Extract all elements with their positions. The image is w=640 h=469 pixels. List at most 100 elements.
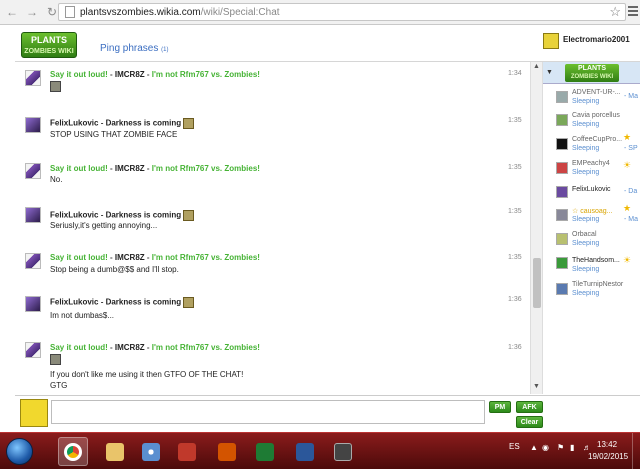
wiki-logo[interactable]: PLANTS ZOMBIES WIKI <box>21 32 77 58</box>
username[interactable]: FelixLukovic <box>50 119 98 128</box>
message-text: STOP USING THAT ZOMBIE FACE <box>50 130 178 139</box>
avatar[interactable] <box>25 342 41 358</box>
scroll-down-arrow-icon[interactable]: ▼ <box>533 383 540 390</box>
scroll-thumb[interactable] <box>533 258 541 308</box>
address-bar[interactable]: plantsvszombies.wikia.com/wiki/Special:C… <box>58 3 626 21</box>
user-list-status: Sleeping <box>572 266 600 273</box>
message-time: 1:34 <box>508 70 522 77</box>
username[interactable]: FelixLukovic <box>50 298 98 307</box>
taskbar: ES ▲ ◉ ⚑ ▮ ♬ 13:42 19/02/2015 <box>0 432 640 469</box>
sun-icon: ☀ <box>623 160 632 170</box>
username[interactable]: FelixLukovic <box>50 211 98 220</box>
ping-phrases-link[interactable]: Ping phrases (1) <box>100 43 169 54</box>
bookmark-star-icon[interactable]: ☆ <box>609 4 621 20</box>
user-list-item[interactable]: Orbacal Sleeping <box>543 230 640 252</box>
browser-toolbar: ← → ↻ plantsvszombies.wikia.com/wiki/Spe… <box>0 0 640 25</box>
message-header: FelixLukovic - Darkness is coming <box>50 210 195 221</box>
username[interactable]: Say it out loud! <box>50 70 108 79</box>
user-list-header[interactable]: ▼ PLANTS ZOMBIES WIKI <box>543 62 640 84</box>
pm-button[interactable]: PM <box>489 401 511 413</box>
rank-badge-icon <box>183 118 195 129</box>
back-arrow-icon[interactable]: ← <box>4 4 20 20</box>
user-title: I'm not Rfm767 vs. Zombies! <box>151 164 260 173</box>
message-scrollbar[interactable]: ▲ ▼ <box>530 62 542 394</box>
user-list-item[interactable]: ADVENT-UR-... Sleeping - Ma <box>543 88 640 110</box>
avatar <box>556 114 568 126</box>
explorer-taskbar-icon[interactable] <box>100 437 130 466</box>
start-button[interactable] <box>6 438 33 465</box>
message-header: Say it out loud! - IMCR8Z - I'm not Rfm7… <box>50 343 260 352</box>
tray-app-icon[interactable]: ◉ <box>542 443 549 452</box>
forward-arrow-icon[interactable]: → <box>24 4 40 20</box>
current-user-name: Electromario2001 <box>563 35 630 44</box>
user-rank: Darkness is coming <box>105 118 182 128</box>
user-list-name: ☆ causoag... <box>572 208 613 215</box>
scroll-up-arrow-icon[interactable]: ▲ <box>533 63 540 70</box>
message-header: FelixLukovic - Darkness is coming <box>50 118 195 129</box>
tray-arrow-icon[interactable]: ▲ <box>530 443 538 452</box>
app-taskbar-icon[interactable] <box>172 437 202 466</box>
username[interactable]: Say it out loud! <box>50 343 108 352</box>
user-list-item[interactable]: FelixLukovic - Da <box>543 183 640 205</box>
avatar[interactable] <box>25 70 41 86</box>
chrome-taskbar-icon[interactable] <box>58 437 88 466</box>
rank-badge-icon <box>183 297 195 308</box>
user-list-extra: - Ma <box>624 216 638 223</box>
user-list-item[interactable]: CoffeeCupPro... Sleeping ★ - SP <box>543 132 640 157</box>
user-list-extra: - Da <box>624 188 638 195</box>
message-time: 1:35 <box>508 208 522 215</box>
user-list-name: ADVENT-UR-... <box>572 89 621 96</box>
show-desktop-button[interactable] <box>632 433 640 469</box>
collapse-arrow-icon[interactable]: ▼ <box>546 69 553 76</box>
avatar <box>556 91 568 103</box>
avatar[interactable] <box>25 253 41 269</box>
excel-icon <box>256 442 274 461</box>
user-list-status: Sleeping <box>572 121 600 128</box>
word-taskbar-icon[interactable] <box>290 437 320 466</box>
clock-date[interactable]: 19/02/2015 <box>588 452 628 461</box>
user-list-item[interactable]: TileTurnipNestor Sleeping <box>543 280 640 302</box>
user-list-status: Sleeping <box>572 216 600 223</box>
username[interactable]: Say it out loud! <box>50 164 108 173</box>
media-taskbar-icon[interactable] <box>328 437 358 466</box>
clear-button[interactable]: Clear <box>516 416 543 428</box>
clock-time[interactable]: 13:42 <box>597 440 617 449</box>
user-list-item[interactable]: EMPeachy4 Sleeping ☀ <box>543 159 640 181</box>
message-header: Say it out loud! - IMCR8Z - I'm not Rfm7… <box>50 70 260 79</box>
avatar <box>556 138 568 150</box>
url-path: /wiki/Special:Chat <box>200 6 280 18</box>
user-list-name: TheHandsom... <box>572 257 620 264</box>
message-text <box>50 81 61 92</box>
paint-taskbar-icon[interactable] <box>136 437 166 466</box>
url-host: plantsvszombies.wikia.com <box>80 6 201 18</box>
user-list-item[interactable]: Cavia porcellus Sleeping <box>543 111 640 133</box>
avatar[interactable] <box>25 207 41 223</box>
avatar[interactable] <box>25 296 41 312</box>
user-list-name: CoffeeCupPro... <box>572 136 623 143</box>
message-time: 1:36 <box>508 296 522 303</box>
tray-flag-icon[interactable]: ⚑ <box>557 443 564 452</box>
current-user-avatar[interactable] <box>543 33 559 49</box>
user-list-item[interactable]: ☆ causoag... Sleeping ★ - Ma <box>543 203 640 228</box>
username[interactable]: Say it out loud! <box>50 253 108 262</box>
user-list-name: EMPeachy4 <box>572 160 610 167</box>
message-text: Im not dumbas$... <box>50 311 115 320</box>
volume-icon[interactable]: ♬ <box>583 443 591 452</box>
message-input[interactable] <box>51 400 485 424</box>
avatar[interactable] <box>25 163 41 179</box>
signal-icon[interactable]: ▮ <box>570 443 574 452</box>
message-header: Say it out loud! - IMCR8Z - I'm not Rfm7… <box>50 253 260 262</box>
word-icon <box>296 442 314 461</box>
user-list-item[interactable]: TheHandsom... Sleeping ☀ <box>543 254 640 276</box>
room-logo: PLANTS ZOMBIES WIKI <box>565 64 619 82</box>
message-text: If you don't like me using it then GTFO … <box>50 370 244 379</box>
excel-taskbar-icon[interactable] <box>250 437 280 466</box>
paint-icon <box>142 442 160 461</box>
browser-menu-icon[interactable] <box>628 6 638 18</box>
avatar <box>556 233 568 245</box>
afk-button[interactable]: AFK <box>516 401 543 413</box>
avatar[interactable] <box>25 117 41 133</box>
language-indicator[interactable]: ES <box>509 442 520 451</box>
powerpoint-taskbar-icon[interactable] <box>212 437 242 466</box>
message-header: Say it out loud! - IMCR8Z - I'm not Rfm7… <box>50 164 260 173</box>
